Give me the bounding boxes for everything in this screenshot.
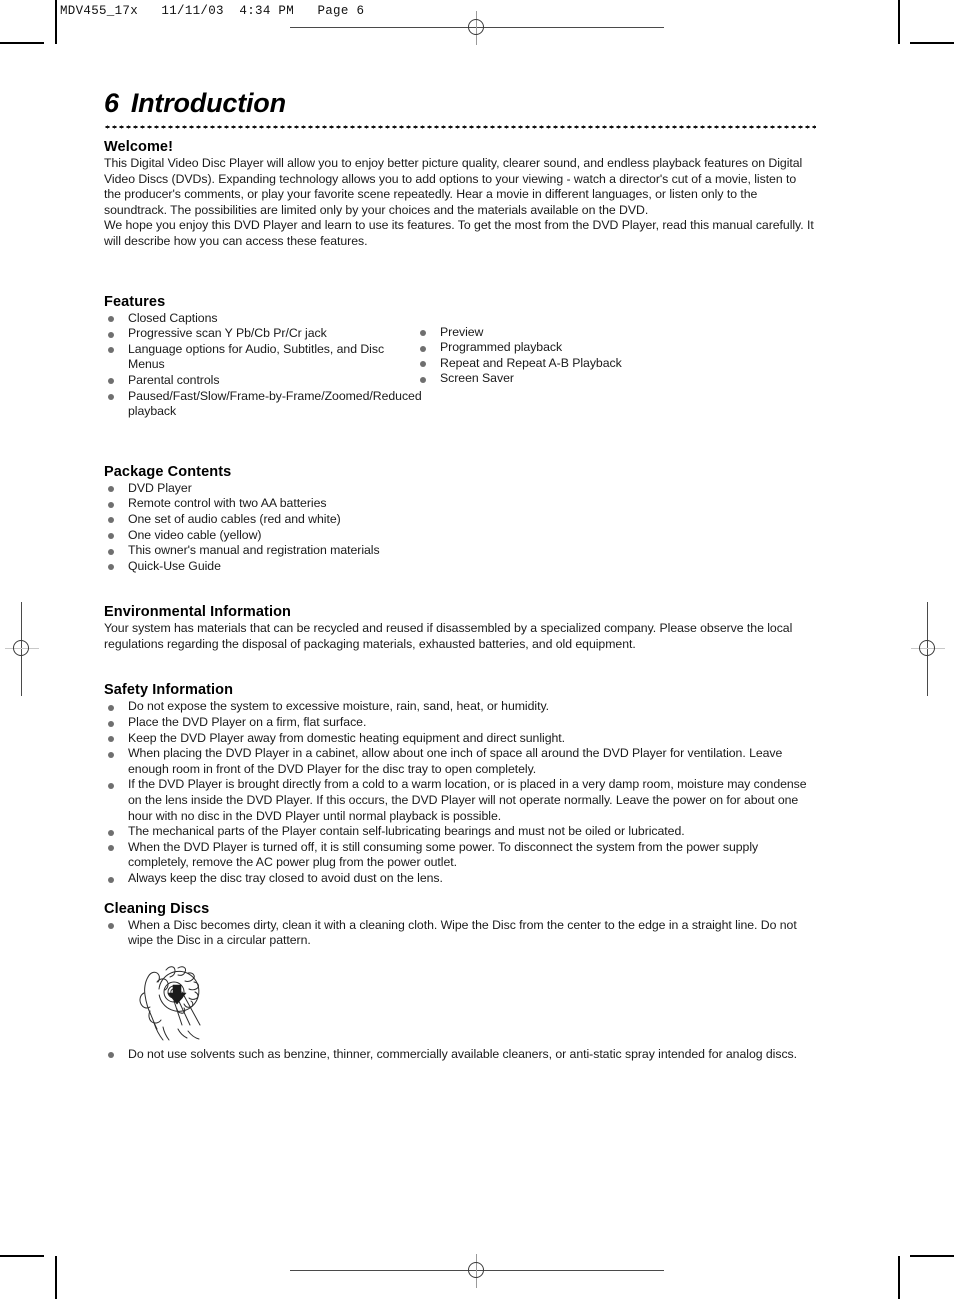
list-item: Repeat and Repeat A-B Playback	[416, 356, 756, 372]
list-item: When the DVD Player is turned off, it is…	[104, 840, 816, 871]
list-item: Place the DVD Player on a firm, flat sur…	[104, 715, 816, 731]
list-item: If the DVD Player is brought directly fr…	[104, 777, 816, 824]
list-item: DVD Player	[104, 481, 816, 497]
section-heading-environmental-information: Environmental Information	[104, 604, 291, 621]
section-heading-welcome: Welcome!	[104, 139, 174, 155]
registration-mark-left	[5, 602, 39, 696]
list-item: Do not use solvents such as benzine, thi…	[104, 1047, 816, 1063]
section-heading-package-contents: Package Contents	[104, 463, 232, 480]
welcome-paragraph-1: This Digital Video Disc Player will allo…	[104, 156, 803, 217]
section-heading-features: Features	[104, 293, 166, 310]
crop-mark-top-left-vertical	[55, 0, 57, 44]
cleaning-discs-list-bottom: Do not use solvents such as benzine, thi…	[104, 1047, 816, 1063]
list-item: The mechanical parts of the Player conta…	[104, 824, 816, 840]
list-item: Remote control with two AA batteries	[104, 496, 816, 512]
features-list-left: Closed Captions Progressive scan Y Pb/Cb…	[104, 311, 424, 420]
list-item: This owner's manual and registration mat…	[104, 543, 816, 559]
list-item: Keep the DVD Player away from domestic h…	[104, 731, 816, 747]
crop-mark-bottom-left-horizontal	[0, 1255, 44, 1257]
section-heading-safety-information: Safety Information	[104, 682, 234, 699]
list-item: Programmed playback	[416, 340, 756, 356]
crop-mark-bottom-right-horizontal	[910, 1255, 954, 1257]
crop-mark-bottom-left-vertical	[55, 1256, 57, 1299]
package-contents-list: DVD Player Remote control with two AA ba…	[104, 481, 816, 575]
list-item: Parental controls	[104, 373, 424, 389]
cleaning-discs-list-top: When a Disc becomes dirty, clean it with…	[104, 918, 816, 949]
list-item: Quick-Use Guide	[104, 559, 816, 575]
features-list-right: Preview Programmed playback Repeat and R…	[416, 325, 756, 387]
hand-wiping-disc-illustration-icon	[126, 959, 222, 1041]
list-item: Progressive scan Y Pb/Cb Pr/Cr jack	[104, 326, 424, 342]
crop-mark-top-right-vertical	[898, 0, 900, 44]
list-item: One video cable (yellow)	[104, 528, 816, 544]
crop-mark-bottom-right-vertical	[898, 1256, 900, 1299]
features-columns: Closed Captions Progressive scan Y Pb/Cb…	[104, 311, 816, 420]
chapter-title-text: Introduction	[130, 88, 286, 118]
section-heading-cleaning-discs: Cleaning Discs	[104, 900, 210, 917]
registration-mark-right	[911, 602, 945, 696]
environmental-paragraph: Your system has materials that can be re…	[104, 621, 793, 651]
registration-mark-top	[290, 11, 664, 45]
list-item: One set of audio cables (red and white)	[104, 512, 816, 528]
dotted-divider	[104, 125, 816, 129]
crop-mark-top-right-horizontal	[910, 42, 954, 44]
list-item: Closed Captions	[104, 311, 424, 327]
list-item: When a Disc becomes dirty, clean it with…	[104, 918, 816, 949]
page-header-stamp: MDV455_17x 11/11/03 4:34 PM Page 6	[60, 4, 365, 18]
list-item: Always keep the disc tray closed to avoi…	[104, 871, 816, 887]
registration-mark-bottom	[290, 1254, 664, 1288]
crop-mark-top-left-horizontal	[0, 42, 44, 44]
chapter-number: 6	[104, 88, 119, 118]
page-title: 6 Introduction	[104, 88, 816, 119]
safety-information-list: Do not expose the system to excessive mo…	[104, 699, 816, 886]
list-item: Screen Saver	[416, 371, 756, 387]
list-item: Do not expose the system to excessive mo…	[104, 699, 816, 715]
list-item: Preview	[416, 325, 756, 341]
list-item: Language options for Audio, Subtitles, a…	[104, 342, 424, 373]
welcome-paragraph-2: We hope you enjoy this DVD Player and le…	[104, 218, 814, 248]
list-item: When placing the DVD Player in a cabinet…	[104, 746, 816, 777]
list-item: Paused/Fast/Slow/Frame-by-Frame/Zoomed/R…	[104, 389, 424, 420]
page-content: 6 Introduction Welcome! This Digital Vide…	[104, 88, 816, 1062]
